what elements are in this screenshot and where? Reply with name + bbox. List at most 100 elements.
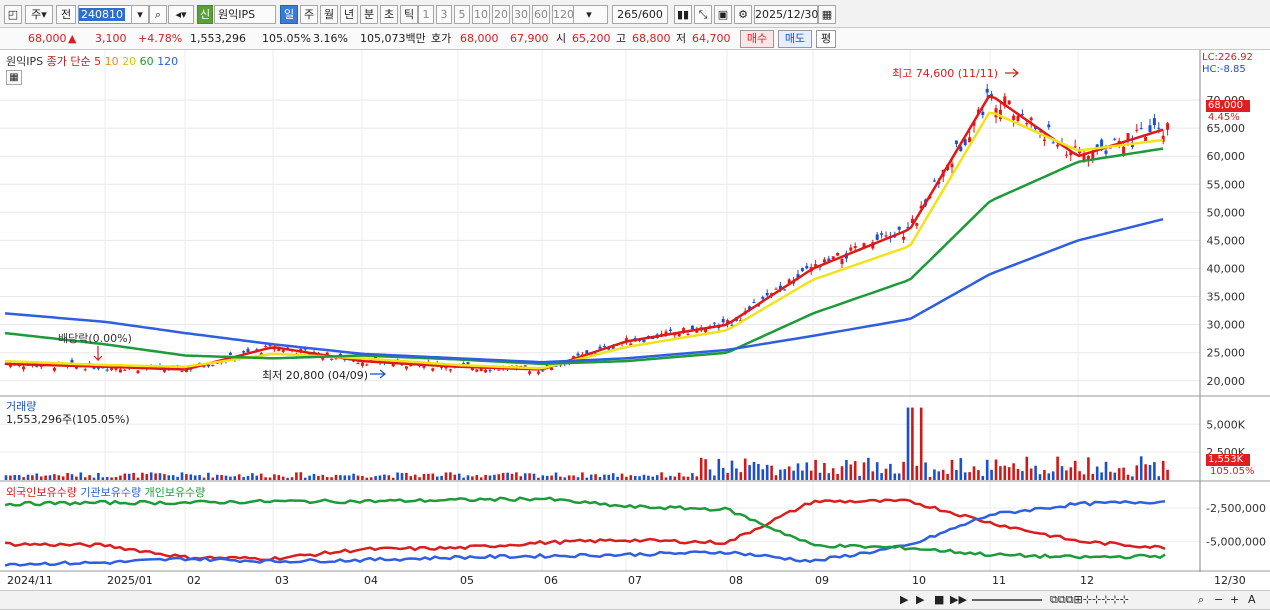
- candle-body: [774, 288, 778, 290]
- candle-body: [360, 362, 364, 366]
- sound-icon[interactable]: ◂▾: [168, 5, 194, 24]
- price-tick: 65,000: [1207, 122, 1246, 135]
- volume-bar: [1082, 474, 1086, 480]
- save-icon[interactable]: ▣: [714, 5, 732, 24]
- minute-tab-0[interactable]: 1: [418, 5, 434, 24]
- candle-body: [431, 368, 435, 371]
- tool-icons[interactable]: ⧉⧉⧉⊞⊹⊹⊹⊹⊹: [1050, 592, 1129, 608]
- plus-icon[interactable]: +: [1230, 592, 1239, 608]
- x-tick: 03: [275, 574, 289, 587]
- minute-tab-5[interactable]: 30: [512, 5, 530, 24]
- minute-tab-6[interactable]: 60: [532, 5, 550, 24]
- period-tab-5[interactable]: 초: [380, 5, 398, 24]
- volume-bar: [770, 465, 773, 480]
- candle-body: [915, 223, 919, 226]
- volume-bar: [449, 472, 452, 480]
- volume-bar: [136, 477, 140, 480]
- draw-tool-icon[interactable]: ⤡: [694, 5, 712, 24]
- sell-button[interactable]: 매도: [778, 30, 812, 48]
- volume-bar: [211, 477, 215, 480]
- volume: 1,553,296: [190, 32, 246, 45]
- period-tab-0[interactable]: 일: [280, 5, 298, 24]
- minus-icon[interactable]: −: [1214, 592, 1223, 608]
- candle-body: [330, 358, 334, 360]
- volume-bar: [915, 465, 919, 480]
- candle-body: [228, 352, 232, 355]
- period-tab-6[interactable]: 틱: [400, 5, 418, 24]
- minute-tab-4[interactable]: 20: [492, 5, 510, 24]
- bid: 67,900: [510, 32, 549, 45]
- volume-bar: [479, 477, 483, 480]
- volume-bar: [849, 464, 853, 480]
- calendar-icon[interactable]: ▦: [818, 5, 836, 24]
- date-field[interactable]: 2025/12/30: [754, 5, 818, 24]
- volume-bar: [840, 466, 844, 480]
- period-tab-3[interactable]: 년: [340, 5, 358, 24]
- eval-button[interactable]: 평: [816, 30, 836, 48]
- price-tick: 60,000: [1207, 150, 1246, 163]
- candle-body: [281, 350, 285, 352]
- buy-button[interactable]: 매수: [740, 30, 774, 48]
- volume-bar: [1091, 473, 1095, 480]
- volume-bar: [1034, 465, 1037, 480]
- count-field[interactable]: 265/600: [612, 5, 668, 24]
- play-icon[interactable]: ▶: [916, 592, 924, 608]
- volume-bar: [598, 477, 602, 480]
- code-dropdown-icon[interactable]: ▾: [131, 5, 149, 24]
- volume-bar: [1153, 462, 1156, 480]
- volume-bar: [897, 473, 901, 480]
- zoom-out-icon[interactable]: ⌕: [1198, 592, 1204, 608]
- volume-bar: [669, 475, 672, 480]
- candle-body: [1029, 117, 1033, 121]
- x-tick: 08: [729, 574, 743, 587]
- volume-bar: [13, 474, 17, 480]
- candle-body: [1166, 123, 1170, 130]
- volume-bar: [541, 475, 545, 480]
- candle-type-icon[interactable]: ▮▮: [674, 5, 692, 24]
- minute-tab-7[interactable]: 120: [552, 5, 574, 24]
- candle-body: [338, 353, 342, 356]
- minute-tab-1[interactable]: 3: [436, 5, 452, 24]
- volume-bar: [809, 470, 813, 480]
- volume-bar: [924, 462, 927, 480]
- volume-bar: [633, 476, 637, 480]
- gear-icon[interactable]: ⚙: [734, 5, 752, 24]
- volume-bar: [620, 473, 624, 480]
- minute-tab-2[interactable]: 5: [454, 5, 470, 24]
- volume-bar: [941, 469, 945, 480]
- font-size-icon[interactable]: A: [1248, 592, 1256, 608]
- volume-bar: [1065, 470, 1068, 480]
- volume-bar: [691, 473, 694, 480]
- candle-body: [585, 350, 589, 354]
- fast-forward-icon[interactable]: ▶▶: [950, 592, 967, 608]
- holding-tick: -5,000,000: [1206, 535, 1266, 548]
- search-icon[interactable]: ⌕: [149, 5, 167, 24]
- chart-area[interactable]: 70,00065,00060,00055,00050,00045,00040,0…: [0, 50, 1270, 590]
- stop-icon[interactable]: ■: [934, 592, 944, 608]
- candle-body: [765, 293, 769, 296]
- volume-bar: [53, 474, 56, 480]
- period-tab-1[interactable]: 주: [300, 5, 318, 24]
- volume-bar: [523, 473, 527, 480]
- type-select[interactable]: 주▾: [25, 5, 53, 24]
- candle-body: [448, 369, 452, 371]
- prev-button[interactable]: 전: [56, 5, 76, 24]
- zoom-slider[interactable]: [972, 599, 1042, 601]
- period-tab-4[interactable]: 분: [360, 5, 378, 24]
- table-icon[interactable]: ▦: [6, 70, 22, 85]
- low: 64,700: [692, 32, 731, 45]
- candle-body: [180, 371, 184, 373]
- volume-bar: [977, 470, 980, 480]
- candle-body: [356, 363, 360, 365]
- volume-bar: [35, 473, 39, 480]
- candle-body: [321, 358, 325, 360]
- price-tick: 45,000: [1207, 234, 1246, 247]
- window-menu-icon[interactable]: ◰: [4, 5, 22, 24]
- period-tab-2[interactable]: 월: [320, 5, 338, 24]
- volume-bar: [189, 474, 193, 480]
- volume-bar: [387, 475, 391, 480]
- volume-bar: [409, 476, 413, 480]
- minute-select[interactable]: ▾: [570, 5, 608, 24]
- minute-tab-3[interactable]: 10: [472, 5, 490, 24]
- scroll-left-icon[interactable]: ▶: [900, 592, 908, 608]
